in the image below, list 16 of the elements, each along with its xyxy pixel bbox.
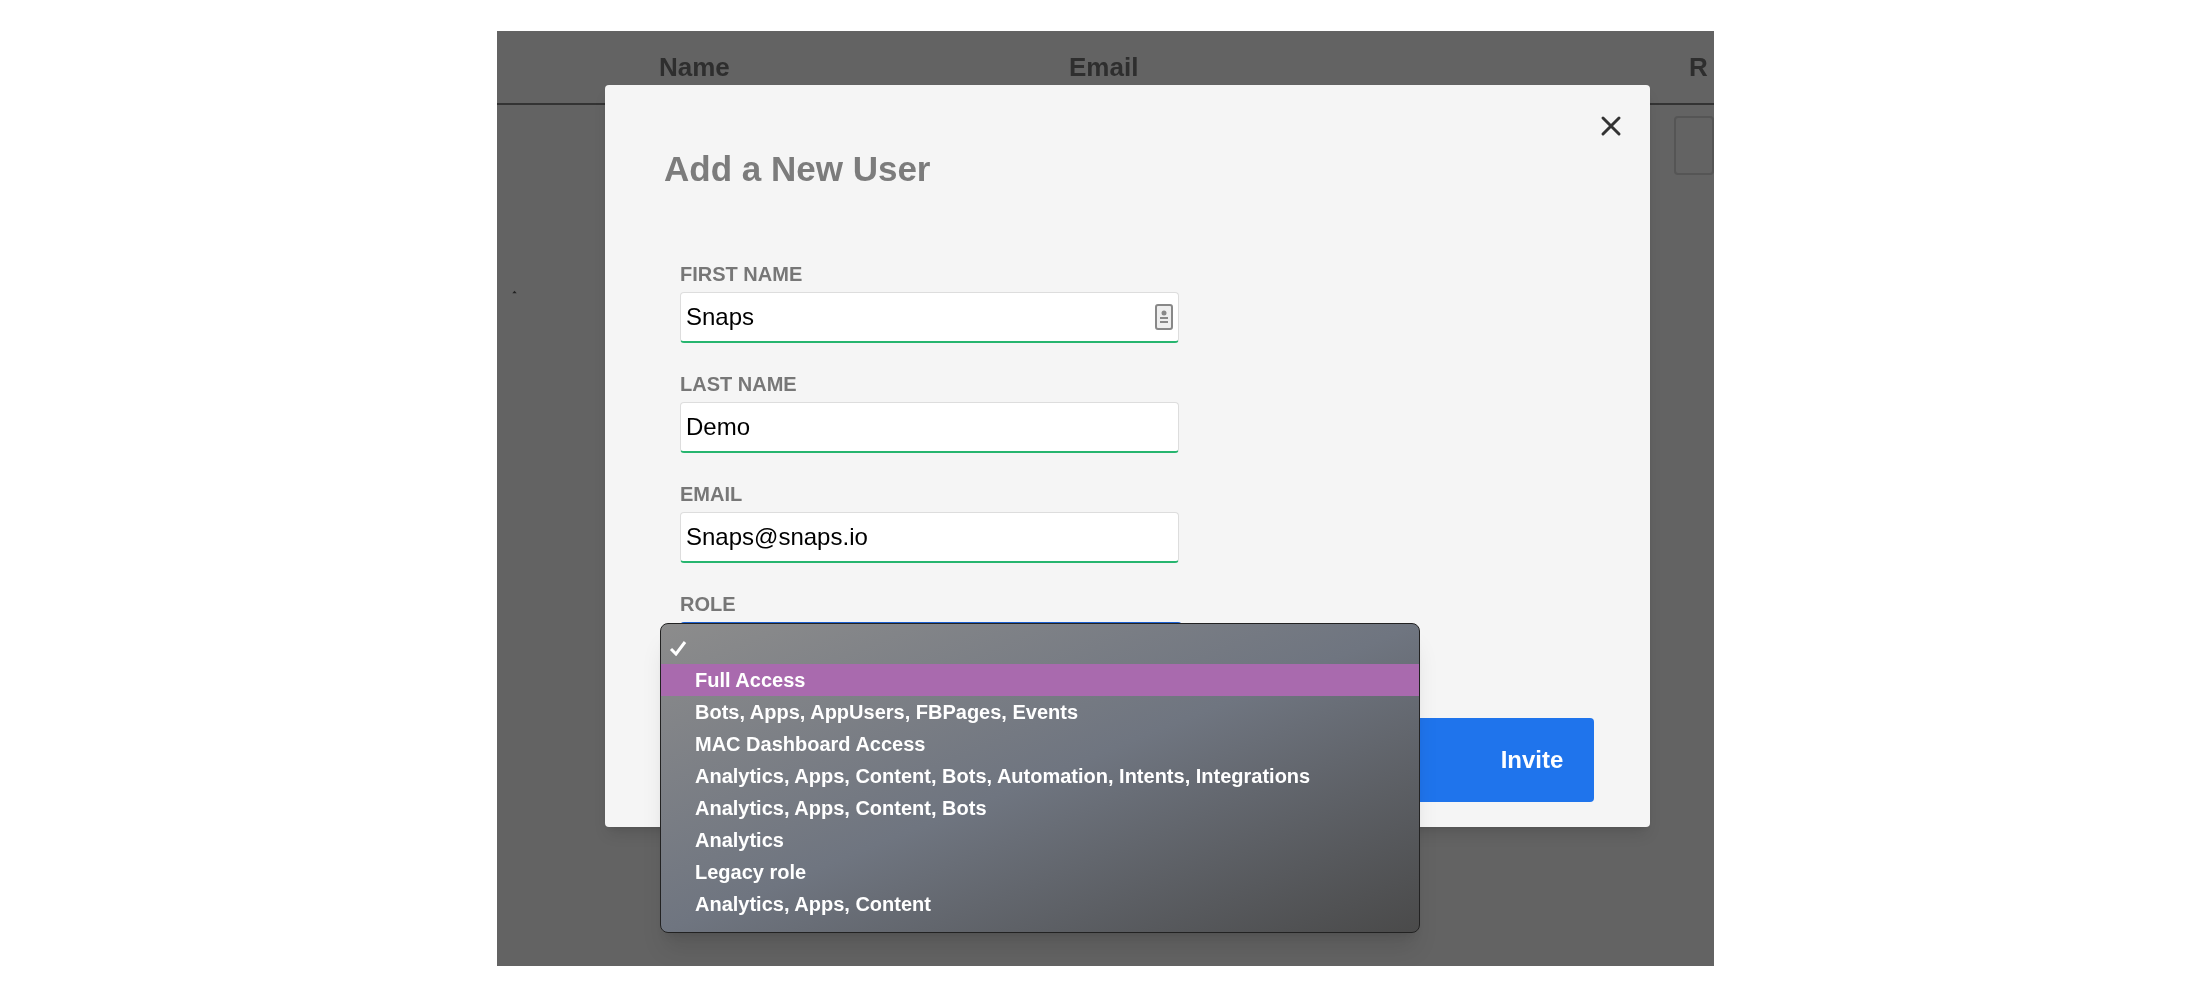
- text-field[interactable]: Snaps@snaps.io: [680, 511, 1179, 563]
- text-field[interactable]: Demo: [680, 401, 1179, 453]
- close-icon[interactable]: [1600, 115, 1622, 137]
- contact-card-icon[interactable]: [1155, 303, 1173, 330]
- dialog-title: Add a New User: [664, 148, 932, 190]
- text-field[interactable]: Snaps: [680, 291, 1179, 343]
- field-label: LAST NAME: [680, 371, 798, 396]
- field-label: ROLE: [680, 591, 737, 616]
- dropdown-option[interactable]: Legacy role: [661, 856, 1419, 888]
- field-label: FIRST NAME: [680, 261, 804, 286]
- dropdown-option[interactable]: Full Access: [661, 664, 1419, 696]
- field-label: EMAIL: [680, 481, 744, 506]
- checkmark-icon: [669, 640, 687, 656]
- dropdown-option[interactable]: Analytics, Apps, Content: [661, 888, 1419, 920]
- dropdown-option[interactable]: Analytics: [661, 824, 1419, 856]
- button-background: [1674, 116, 1714, 175]
